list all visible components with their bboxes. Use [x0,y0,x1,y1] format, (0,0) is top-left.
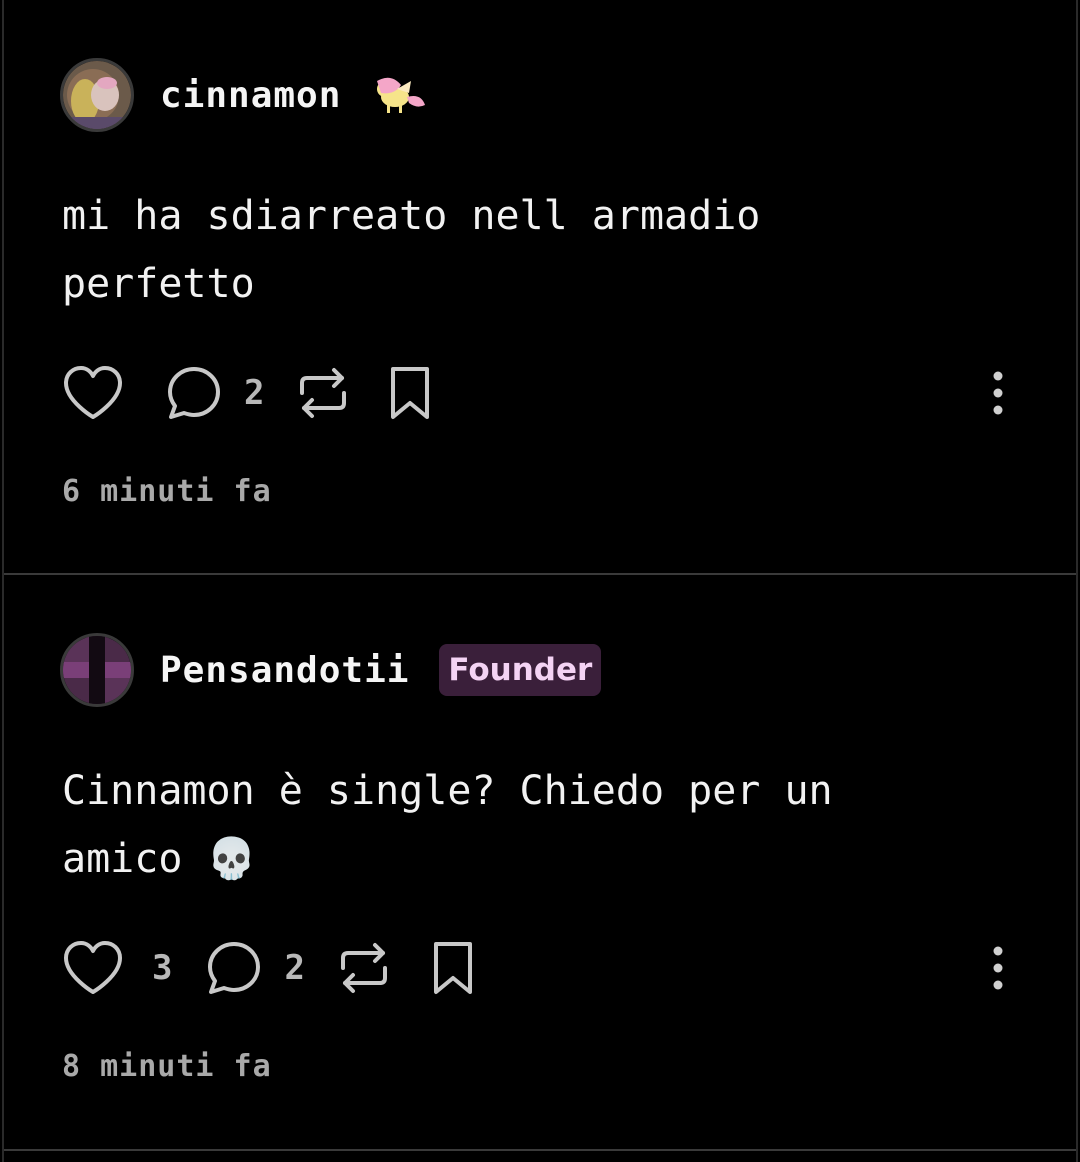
comment-icon [168,367,220,419]
timestamp: 8 minuti fa [62,1049,272,1084]
feed: cinnamon mi ha sdiarreato nell armadio p… [2,0,1078,1162]
heart-icon [64,366,122,419]
post-header: Pensandotii Founder [60,631,602,709]
repost-button[interactable] [339,940,389,996]
more-options-button[interactable] [990,945,1006,995]
action-bar: 2 [62,362,1022,424]
repost-icon [300,368,347,418]
founder-badge: Founder [439,644,602,696]
post: cinnamon mi ha sdiarreato nell armadio p… [4,0,1076,575]
comment-count: 2 [284,948,305,988]
like-button[interactable]: 3 [62,940,172,996]
post-text-line: Cinnamon è single? Chiedo per un [62,768,833,814]
username[interactable]: cinnamon [160,75,341,116]
comment-button[interactable]: 2 [206,940,305,996]
bookmark-button[interactable] [388,365,432,421]
post-text-line: amico 💀 [62,836,257,882]
post-text-line: mi ha sdiarreato nell armadio [62,193,761,239]
avatar[interactable] [60,58,134,132]
more-vertical-icon [993,371,1003,415]
bookmark-icon [391,367,430,419]
heart-icon [64,941,122,994]
bookmark-icon [433,942,472,994]
repost-icon [340,943,387,993]
timestamp: 6 minuti fa [62,474,272,509]
like-button[interactable] [62,365,124,421]
comment-count: 2 [244,373,265,413]
bookmark-button[interactable] [431,940,475,996]
pony-flair-icon [371,75,427,115]
post-text: Cinnamon è single? Chiedo per un amico 💀 [62,757,1002,893]
avatar[interactable] [60,633,134,707]
more-vertical-icon [993,946,1003,990]
repost-button[interactable] [298,365,348,421]
post-text-line: perfetto [62,261,255,307]
comment-icon [208,942,261,994]
like-count: 3 [152,948,173,988]
more-options-button[interactable] [990,370,1006,420]
username[interactable]: Pensandotii [160,650,409,691]
action-bar: 3 2 [62,937,1022,999]
post: Pensandotii Founder Cinnamon è single? C… [4,575,1076,1151]
post-header: cinnamon [60,56,427,134]
post-text: mi ha sdiarreato nell armadio perfetto [62,182,1002,318]
comment-button[interactable]: 2 [166,365,264,421]
